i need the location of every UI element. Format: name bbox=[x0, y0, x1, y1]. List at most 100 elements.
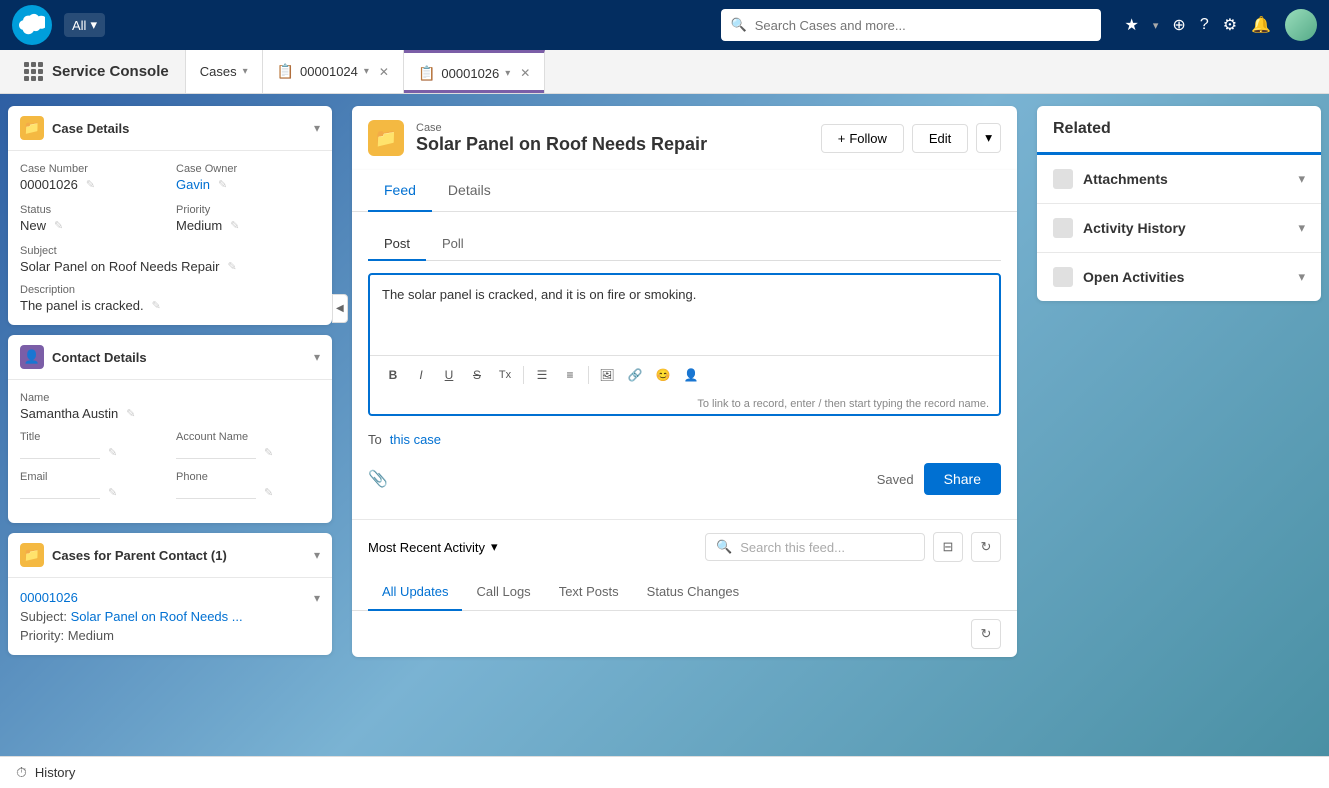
contact-title-edit[interactable]: ✎ bbox=[108, 446, 117, 459]
subject-label: Subject bbox=[20, 245, 320, 257]
tab-00001026[interactable]: 📋 00001026 ▾ ✕ bbox=[404, 50, 545, 93]
parent-case-row: 00001026 ▾ bbox=[20, 590, 320, 605]
tab-00001024-close[interactable]: ✕ bbox=[379, 65, 389, 79]
email-edit[interactable]: ✎ bbox=[108, 486, 117, 499]
description-edit[interactable]: ✎ bbox=[152, 299, 161, 312]
case-owner-edit[interactable]: ✎ bbox=[218, 178, 227, 191]
related-attachments[interactable]: Attachments ▾ bbox=[1037, 155, 1321, 204]
tab-details[interactable]: Details bbox=[432, 170, 507, 212]
activity-dropdown[interactable]: Most Recent Activity ▾ bbox=[368, 539, 498, 555]
priority-field: Priority Medium ✎ bbox=[176, 204, 320, 233]
bullet-list-btn[interactable]: ☰ bbox=[529, 362, 555, 388]
related-open-activities[interactable]: Open Activities ▾ bbox=[1037, 253, 1321, 301]
tab-cases-dropdown[interactable]: ▾ bbox=[243, 66, 248, 77]
all-dropdown[interactable]: All ▾ bbox=[64, 13, 105, 37]
priority-label: Priority bbox=[176, 204, 320, 216]
tab-cases[interactable]: Cases ▾ bbox=[186, 50, 263, 93]
filter-icon-btn[interactable]: ⊟ bbox=[933, 532, 963, 562]
phone-edit[interactable]: ✎ bbox=[264, 486, 273, 499]
tab-00001024-icon: 📋 bbox=[277, 63, 294, 80]
to-row: To this case bbox=[368, 424, 1001, 455]
case-number-edit[interactable]: ✎ bbox=[86, 178, 95, 191]
feed-tab-content: Post Poll The solar panel is cracked, an… bbox=[352, 212, 1017, 519]
parent-contact-dropdown[interactable]: ▾ bbox=[314, 548, 320, 562]
link-btn[interactable]: 🔗 bbox=[622, 362, 648, 388]
attachments-dropdown[interactable]: ▾ bbox=[1298, 171, 1305, 187]
phone-label: Phone bbox=[176, 471, 320, 483]
related-activity-history[interactable]: Activity History ▾ bbox=[1037, 204, 1321, 253]
tab-00001024-dropdown[interactable]: ▾ bbox=[364, 66, 369, 77]
search-input[interactable] bbox=[755, 18, 1091, 33]
notifications-icon[interactable]: 🔔 bbox=[1251, 15, 1271, 35]
favorites-chevron[interactable]: ▾ bbox=[1153, 19, 1159, 32]
account-name-edit[interactable]: ✎ bbox=[264, 446, 273, 459]
share-button[interactable]: Share bbox=[924, 463, 1001, 495]
poll-tab[interactable]: Poll bbox=[426, 228, 480, 261]
search-bar[interactable]: 🔍 bbox=[721, 9, 1101, 41]
follow-button[interactable]: + Follow bbox=[821, 124, 904, 153]
account-name-label: Account Name bbox=[176, 431, 320, 443]
filter-text-posts[interactable]: Text Posts bbox=[545, 574, 633, 611]
tab-00001026-close[interactable]: ✕ bbox=[520, 66, 530, 80]
contact-details-title: Contact Details bbox=[52, 350, 306, 365]
settings-icon[interactable]: ⚙ bbox=[1223, 15, 1237, 35]
help-icon[interactable]: ? bbox=[1200, 16, 1209, 34]
user-avatar[interactable] bbox=[1285, 9, 1317, 41]
clear-format-btn[interactable]: Tx bbox=[492, 362, 518, 388]
text-editor: The solar panel is cracked, and it is on… bbox=[368, 273, 1001, 416]
strikethrough-btn[interactable]: S bbox=[464, 362, 490, 388]
filter-all-updates[interactable]: All Updates bbox=[368, 574, 462, 611]
tab-00001026-icon: 📋 bbox=[418, 65, 435, 82]
activity-history-dropdown[interactable]: ▾ bbox=[1298, 220, 1305, 236]
emoji-btn[interactable]: 😊 bbox=[650, 362, 676, 388]
history-label[interactable]: History bbox=[35, 765, 75, 780]
refresh-icon-btn[interactable]: ↻ bbox=[971, 532, 1001, 562]
to-value[interactable]: this case bbox=[390, 432, 441, 447]
bold-btn[interactable]: B bbox=[380, 362, 406, 388]
filter-status-changes[interactable]: Status Changes bbox=[633, 574, 754, 611]
tab-00001024[interactable]: 📋 00001024 ▾ ✕ bbox=[263, 50, 404, 93]
case-details-dropdown[interactable]: ▾ bbox=[314, 121, 320, 135]
saved-label: Saved bbox=[877, 472, 914, 487]
editor-area[interactable]: The solar panel is cracked, and it is on… bbox=[370, 275, 999, 355]
add-icon[interactable]: ⊕ bbox=[1172, 15, 1185, 35]
expand-panel-btn[interactable]: ◀ bbox=[332, 294, 348, 323]
open-activities-title: Open Activities bbox=[1083, 269, 1288, 285]
tab-bar: Service Console Cases ▾ 📋 00001024 ▾ ✕ 📋… bbox=[0, 50, 1329, 94]
contact-details-dropdown[interactable]: ▾ bbox=[314, 350, 320, 364]
parent-case-link[interactable]: 00001026 bbox=[20, 590, 78, 605]
more-actions-button[interactable]: ▾ bbox=[976, 123, 1001, 153]
edit-button[interactable]: Edit bbox=[912, 124, 968, 153]
mention-btn[interactable]: 👤 bbox=[678, 362, 704, 388]
priority-value: Medium ✎ bbox=[176, 218, 320, 233]
post-tab[interactable]: Post bbox=[368, 228, 426, 261]
email-phone-row: Email ✎ Phone ✎ bbox=[20, 471, 320, 499]
contact-name-edit[interactable]: ✎ bbox=[126, 407, 135, 420]
filter-call-logs[interactable]: Call Logs bbox=[462, 574, 544, 611]
italic-btn[interactable]: I bbox=[408, 362, 434, 388]
image-btn[interactable]: 🖼 bbox=[594, 362, 620, 388]
tab-feed[interactable]: Feed bbox=[368, 170, 432, 212]
favorites-icon[interactable]: ★ bbox=[1125, 15, 1139, 35]
share-right: Saved Share bbox=[877, 463, 1001, 495]
parent-case-dropdown[interactable]: ▾ bbox=[314, 591, 320, 605]
parent-case-subject-value[interactable]: Solar Panel on Roof Needs ... bbox=[71, 609, 243, 624]
feed-refresh-btn[interactable]: ↻ bbox=[971, 619, 1001, 649]
status-edit[interactable]: ✎ bbox=[54, 219, 63, 232]
tab-00001026-label: 00001026 bbox=[441, 66, 499, 81]
open-activities-icon bbox=[1053, 267, 1073, 287]
open-activities-dropdown[interactable]: ▾ bbox=[1298, 269, 1305, 285]
contact-name-section: Name Samantha Austin ✎ bbox=[20, 392, 320, 421]
numbered-list-btn[interactable]: ≡ bbox=[557, 362, 583, 388]
nav-icons: ★ ▾ ⊕ ? ⚙ 🔔 bbox=[1125, 9, 1317, 41]
toolbar-divider-2 bbox=[588, 366, 589, 384]
subject-edit[interactable]: ✎ bbox=[227, 260, 236, 273]
tabs: Cases ▾ 📋 00001024 ▾ ✕ 📋 00001026 ▾ ✕ bbox=[186, 50, 546, 93]
underline-btn[interactable]: U bbox=[436, 362, 462, 388]
attach-icon[interactable]: 📎 bbox=[368, 469, 388, 489]
contact-details-header: 👤 Contact Details ▾ bbox=[8, 335, 332, 380]
app-launcher[interactable]: Service Console bbox=[8, 50, 186, 93]
priority-edit[interactable]: ✎ bbox=[230, 219, 239, 232]
email-label: Email bbox=[20, 471, 164, 483]
tab-00001026-dropdown[interactable]: ▾ bbox=[505, 68, 510, 79]
